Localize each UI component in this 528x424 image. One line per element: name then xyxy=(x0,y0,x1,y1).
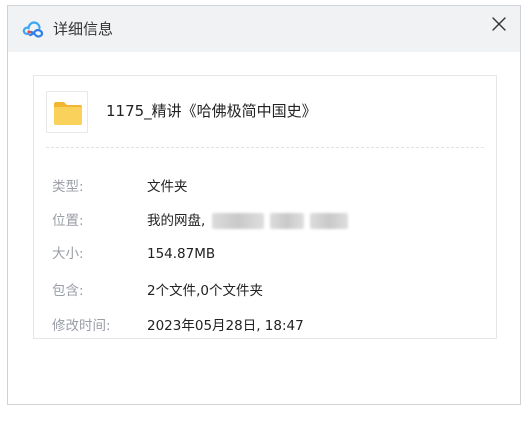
detail-label: 大小: xyxy=(52,246,84,262)
folder-icon xyxy=(54,102,82,125)
detail-row-contains: 包含: 2个文件,0个文件夹 xyxy=(52,281,472,301)
blurred-path-segment xyxy=(310,213,348,229)
baidu-netdisk-logo-icon xyxy=(22,21,44,38)
details-dialog: 详细信息 1175_精讲《哈佛极简中国史》 类型: 文件夹 位置: 我的网盘, … xyxy=(7,5,521,405)
detail-value: 154.87MB xyxy=(147,246,216,262)
detail-label: 位置: xyxy=(52,213,84,229)
detail-label: 类型: xyxy=(52,179,84,195)
detail-label: 包含: xyxy=(52,283,84,299)
detail-row-location: 位置: 我的网盘, xyxy=(52,211,472,231)
detail-value: 2023年05月28日, 18:47 xyxy=(147,318,304,334)
divider xyxy=(46,147,484,148)
file-name: 1175_精讲《哈佛极简中国史》 xyxy=(106,102,317,120)
blurred-path-segment xyxy=(212,213,264,229)
close-icon[interactable] xyxy=(489,14,509,34)
detail-value: 文件夹 xyxy=(147,179,188,195)
title-bar: 详细信息 xyxy=(8,6,520,52)
file-info-card: 1175_精讲《哈佛极简中国史》 类型: 文件夹 位置: 我的网盘, 大小: 1… xyxy=(33,75,497,339)
blurred-path-segment xyxy=(270,213,304,229)
detail-row-size: 大小: 154.87MB xyxy=(52,244,472,264)
dialog-title: 详细信息 xyxy=(53,20,114,38)
detail-label: 修改时间: xyxy=(52,318,111,334)
detail-value: 2个文件,0个文件夹 xyxy=(147,283,263,299)
file-thumbnail xyxy=(46,91,88,133)
detail-row-modified: 修改时间: 2023年05月28日, 18:47 xyxy=(52,316,472,336)
detail-value: 我的网盘, xyxy=(147,213,206,229)
detail-row-type: 类型: 文件夹 xyxy=(52,177,472,197)
